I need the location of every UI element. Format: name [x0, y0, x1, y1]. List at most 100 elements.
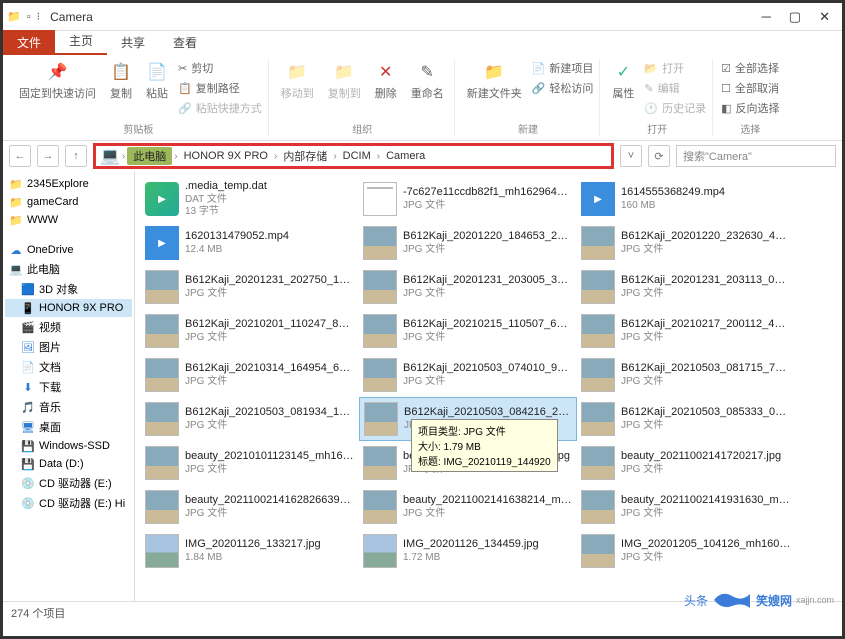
delete-button[interactable]: ✕删除: [371, 59, 401, 103]
cut-button[interactable]: ✂ 剪切: [178, 59, 262, 77]
rename-button[interactable]: ✎重命名: [407, 59, 448, 103]
file-type: 12.4 MB: [185, 244, 289, 256]
nav-up-button[interactable]: ↑: [65, 145, 87, 167]
close-button[interactable]: ✕: [819, 9, 830, 25]
file-item[interactable]: beauty_20210101123145_mh1609479920507.jp…: [141, 441, 359, 485]
file-item[interactable]: B612Kaji_20201220_184653_288_mr160846195…: [359, 221, 577, 265]
nav-back-button[interactable]: ←: [9, 145, 31, 167]
tree-label: 桌面: [39, 419, 61, 435]
file-item[interactable]: beauty_20211002141720217.jpgJPG 文件: [577, 441, 795, 485]
tree-item[interactable]: 📄文档: [5, 357, 132, 377]
file-item[interactable]: B612Kaji_20201231_202750_185.jpgJPG 文件: [141, 265, 359, 309]
chevron-right-icon[interactable]: ›: [331, 151, 338, 162]
file-item[interactable]: ▶.media_temp.datDAT 文件13 字节: [141, 177, 359, 221]
file-item[interactable]: B612Kaji_20210503_074010_966.jpgJPG 文件: [359, 353, 577, 397]
paste-button[interactable]: 📄粘贴: [142, 59, 172, 103]
breadcrumb-dcim[interactable]: DCIM: [339, 150, 375, 162]
moveto-button[interactable]: 📁移动到: [277, 59, 318, 103]
tree-item[interactable]: 📁gameCard: [5, 193, 132, 211]
tree-item[interactable]: 📁2345Explore: [5, 175, 132, 193]
newitem-button[interactable]: 📄 新建项目: [532, 59, 594, 77]
file-item[interactable]: B612Kaji_20210503_081934_169_mr162002198…: [141, 397, 359, 441]
addr-dropdown-button[interactable]: ˅: [620, 145, 642, 167]
tree-item[interactable]: 🖥桌面: [5, 417, 132, 437]
file-item[interactable]: B612Kaji_20201231_203005_303.jpgJPG 文件: [359, 265, 577, 309]
tree-item[interactable]: ☁OneDrive: [5, 241, 132, 259]
tree-item[interactable]: 📁WWW: [5, 211, 132, 229]
tab-file[interactable]: 文件: [3, 30, 55, 55]
file-item[interactable]: B612Kaji_20210503_085333_072_mr162002174…: [577, 397, 795, 441]
file-name: B612Kaji_20201231_203113_080.jpg: [621, 274, 791, 287]
file-item[interactable]: IMG_20201126_133217.jpg1.84 MB: [141, 529, 359, 573]
file-item[interactable]: beauty_20211002141638214_mr1633179059303…: [359, 485, 577, 529]
copypath-button[interactable]: 📋 复制路径: [178, 79, 262, 97]
tree-label: OneDrive: [27, 244, 73, 256]
minimize-button[interactable]: ─: [762, 9, 771, 25]
qat-dropdown-icon[interactable]: ⁝: [37, 10, 41, 23]
chevron-right-icon[interactable]: ›: [120, 151, 127, 162]
newfolder-button[interactable]: 📁新建文件夹: [463, 59, 526, 103]
copy-button[interactable]: 📋复制: [106, 59, 136, 103]
tree-item[interactable]: 💻此电脑: [5, 259, 132, 279]
file-name: beauty_20211002141638214_mr1633179059303…: [403, 494, 573, 507]
tree-item[interactable]: 🎬视频: [5, 317, 132, 337]
tab-home[interactable]: 主页: [55, 28, 107, 55]
search-input[interactable]: 搜索"Camera": [676, 145, 836, 167]
edit-button[interactable]: ✎ 编辑: [644, 79, 706, 97]
pasteshortcut-button[interactable]: 🔗 粘贴快捷方式: [178, 99, 262, 117]
chevron-right-icon[interactable]: ›: [375, 151, 382, 162]
tab-view[interactable]: 查看: [159, 30, 211, 55]
tree-item[interactable]: 💾Data (D:): [5, 455, 132, 473]
file-item[interactable]: IMG_20201205_104126_mh1607166459.jpgJPG …: [577, 529, 795, 573]
open-button[interactable]: 📂 打开: [644, 59, 706, 77]
chevron-right-icon[interactable]: ›: [172, 151, 179, 162]
pin-button[interactable]: 📌固定到快速访问: [15, 59, 100, 103]
selectall-button[interactable]: ☑ 全部选择: [721, 59, 779, 77]
nav-fwd-button[interactable]: →: [37, 145, 59, 167]
file-item[interactable]: B612Kaji_20210215_110507_695.jpgJPG 文件: [359, 309, 577, 353]
tree-item[interactable]: 🖼图片: [5, 337, 132, 357]
address-bar[interactable]: 💻 › 此电脑 › HONOR 9X PRO › 内部存储 › DCIM › C…: [93, 143, 614, 169]
file-thumb: ▶: [145, 226, 179, 260]
tree-item[interactable]: 💾Windows-SSD: [5, 437, 132, 455]
select-group-label: 选择: [740, 121, 760, 136]
tree-item[interactable]: 📱HONOR 9X PRO: [5, 299, 132, 317]
tree-item[interactable]: 🟦3D 对象: [5, 279, 132, 299]
tree-item[interactable]: 💿CD 驱动器 (E:): [5, 473, 132, 493]
file-item[interactable]: -7c627e11ccdb82f1_mh1629641102037.jpgJPG…: [359, 177, 577, 221]
breadcrumb-device[interactable]: HONOR 9X PRO: [180, 150, 272, 162]
tree-icon: 🖼: [21, 340, 35, 354]
refresh-button[interactable]: ⟳: [648, 145, 670, 167]
file-item[interactable]: B612Kaji_20210503_081715_745.jpgJPG 文件: [577, 353, 795, 397]
file-name: beauty_20211002141720217.jpg: [621, 450, 781, 463]
file-item[interactable]: B612Kaji_20201220_232630_417.jpgJPG 文件: [577, 221, 795, 265]
file-item[interactable]: beauty_20211002141628266399_mr1633005615…: [141, 485, 359, 529]
file-item[interactable]: B612Kaji_20210217_200112_412_mr161356479…: [577, 309, 795, 353]
selectnone-button[interactable]: ☐ 全部取消: [721, 79, 779, 97]
breadcrumb-storage[interactable]: 内部存储: [279, 148, 331, 164]
file-item[interactable]: B612Kaji_20210201_110247_886.jpgJPG 文件: [141, 309, 359, 353]
file-name: .media_temp.dat: [185, 180, 267, 193]
tree-item[interactable]: ⬇下载: [5, 377, 132, 397]
file-item[interactable]: beauty_20211002141931630_mh1633179339702…: [577, 485, 795, 529]
file-item[interactable]: ▶1620131479052.mp412.4 MB: [141, 221, 359, 265]
qat-file-icon[interactable]: ▫: [27, 11, 31, 23]
history-button[interactable]: 🕐 历史记录: [644, 99, 706, 117]
file-item[interactable]: B612Kaji_20210314_164954_622.jpgJPG 文件: [141, 353, 359, 397]
breadcrumb-camera[interactable]: Camera: [382, 150, 429, 162]
copyto-button[interactable]: 📁复制到: [324, 59, 365, 103]
properties-button[interactable]: ✓属性: [608, 59, 638, 103]
file-item[interactable]: IMG_20201126_134459.jpg1.72 MB: [359, 529, 577, 573]
maximize-button[interactable]: ▢: [789, 9, 801, 25]
tree-item[interactable]: 💿CD 驱动器 (E:) Hi: [5, 493, 132, 513]
easyaccess-button[interactable]: 🔗 轻松访问: [532, 79, 594, 97]
tree-icon: 📄: [21, 360, 35, 374]
file-item[interactable]: ▶1614555368249.mp4160 MB: [577, 177, 795, 221]
invert-button[interactable]: ◧ 反向选择: [721, 99, 779, 117]
tree-item[interactable]: 🎵音乐: [5, 397, 132, 417]
file-item[interactable]: B612Kaji_20201231_203113_080.jpgJPG 文件: [577, 265, 795, 309]
breadcrumb-pc[interactable]: 此电脑: [127, 147, 172, 165]
file-type: 1.84 MB: [185, 552, 321, 564]
tab-share[interactable]: 共享: [107, 30, 159, 55]
chevron-right-icon[interactable]: ›: [272, 151, 279, 162]
